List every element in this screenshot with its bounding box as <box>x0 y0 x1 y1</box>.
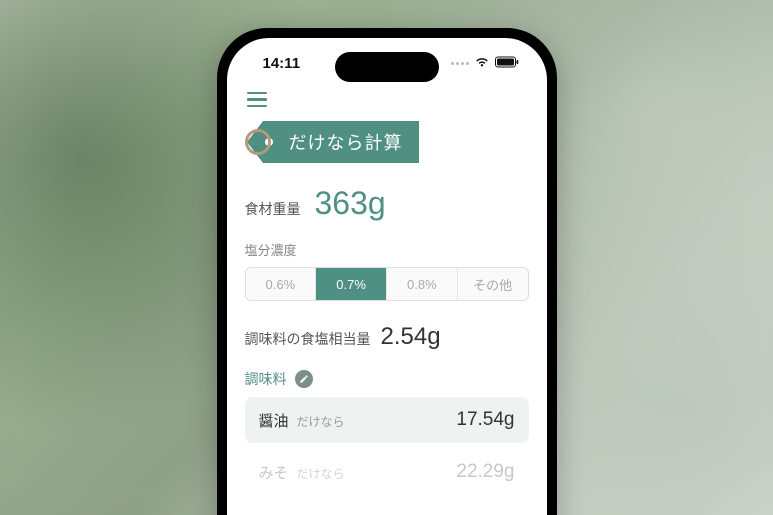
salinity-option-2[interactable]: 0.8% <box>387 268 458 300</box>
page-title: だけなら計算 <box>289 129 403 155</box>
edit-seasonings-button[interactable] <box>295 370 313 388</box>
seasoning-name: 醤油 <box>259 410 289 431</box>
phone-screen: 14:11 だけなら計算 <box>227 38 547 515</box>
salinity-option-0[interactable]: 0.6% <box>246 268 317 300</box>
seasoning-suffix: だけなら <box>297 465 345 482</box>
menu-button[interactable] <box>247 92 267 107</box>
weight-value[interactable]: 363g <box>315 185 386 222</box>
seasoning-amount: 22.29g <box>456 461 514 483</box>
tag-ring-icon <box>245 129 271 155</box>
seasoning-amount: 17.54g <box>456 409 514 431</box>
salinity-segmented[interactable]: 0.6%0.7%0.8%その他 <box>245 267 529 301</box>
seasoning-suffix: だけなら <box>297 413 345 430</box>
seasoning-row-1[interactable]: みそだけなら 22.29g <box>245 449 529 495</box>
seasonings-label: 調味料 <box>245 369 287 389</box>
salinity-option-1[interactable]: 0.7% <box>316 268 387 300</box>
battery-icon <box>495 55 519 72</box>
weight-label: 食材重量 <box>245 199 301 219</box>
salinity-option-3[interactable]: その他 <box>458 268 528 300</box>
dynamic-island <box>335 52 439 82</box>
salt-equiv-value: 2.54g <box>381 323 441 351</box>
seasonings-list: 醤油だけなら17.54gみそだけなら22.29g白だしだけなら19.40g <box>245 397 529 515</box>
seasoning-row-0[interactable]: 醤油だけなら 17.54g <box>245 397 529 443</box>
page-title-tag: だけなら計算 <box>245 121 529 163</box>
salinity-label: 塩分濃度 <box>245 240 529 259</box>
status-time: 14:11 <box>263 55 301 72</box>
pencil-icon <box>299 374 309 384</box>
salt-equiv-label: 調味料の食塩相当量 <box>245 329 371 349</box>
seasoning-name: みそ <box>259 462 289 483</box>
wifi-icon <box>474 55 490 72</box>
phone-frame: 14:11 だけなら計算 <box>217 28 557 515</box>
seasoning-row-2[interactable]: 白だしだけなら19.40g <box>245 501 529 515</box>
cellular-icon <box>451 62 469 65</box>
